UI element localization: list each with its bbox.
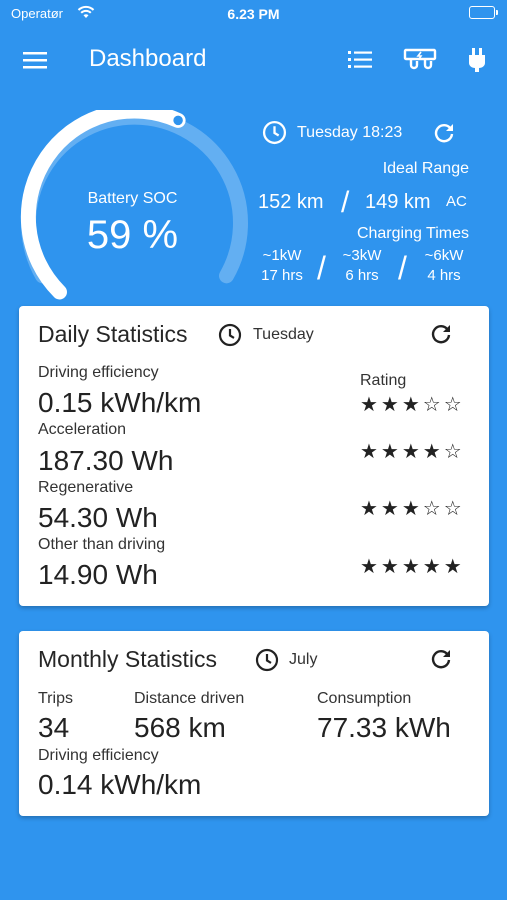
range-values: 152 km / 149 km AC — [258, 186, 473, 220]
charging-power: ~3kW — [342, 247, 382, 264]
efficiency-value: 0.14 kWh/km — [38, 769, 202, 800]
plug-icon[interactable] — [463, 46, 491, 74]
charging-power: ~6kW — [424, 247, 464, 264]
monthly-statistics-title: Monthly Statistics — [38, 646, 217, 672]
charging-option: ~6kW 4 hrs — [417, 246, 471, 286]
consumption-label: Consumption — [317, 690, 412, 707]
charging-option: ~3kW 6 hrs — [337, 246, 387, 286]
app-bar: Dashboard — [0, 28, 507, 92]
range-value-1: 152 km — [258, 191, 324, 213]
range-divider: / — [341, 186, 350, 219]
charging-option: ~1kW 17 hrs — [255, 246, 309, 286]
charging-times-label: Charging Times — [356, 225, 469, 242]
charging-duration: 4 hrs — [427, 267, 461, 284]
stat-label: Acceleration — [38, 421, 127, 438]
charging-duration: 6 hrs — [345, 267, 379, 284]
ideal-range-label: Ideal Range — [382, 160, 469, 177]
page-title: Dashboard — [89, 45, 207, 72]
range-unit: AC — [446, 193, 467, 210]
charging-divider: / — [317, 250, 326, 286]
charger-icon[interactable] — [403, 46, 437, 74]
list-icon[interactable] — [345, 46, 375, 74]
refresh-icon[interactable] — [429, 647, 453, 671]
star-rating: ★★★☆☆ — [360, 392, 465, 416]
charging-times: ~1kW 17 hrs / ~3kW 6 hrs / ~6kW 4 hrs — [255, 246, 475, 288]
battery-gauge-knob — [170, 113, 186, 128]
stat-label: Driving efficiency — [38, 364, 159, 381]
daily-statistics-card: Daily Statistics Tuesday Driving efficie… — [19, 306, 489, 606]
clock-icon — [255, 648, 279, 672]
star-rating: ★★★☆☆ — [360, 496, 465, 520]
rating-label: Rating — [360, 372, 407, 389]
menu-icon[interactable] — [22, 49, 48, 71]
clock-icon — [262, 120, 287, 145]
stat-value: 54.30 Wh — [38, 502, 158, 533]
stat-value: 0.15 kWh/km — [38, 387, 202, 418]
status-bar: Operatør 6.23 PM — [0, 0, 507, 28]
monthly-month: July — [289, 651, 318, 668]
charging-power: ~1kW — [262, 247, 302, 264]
battery-soc-label: Battery SOC — [87, 190, 178, 207]
distance-label: Distance driven — [134, 690, 245, 707]
consumption-value: 77.33 kWh — [317, 712, 451, 743]
star-rating: ★★★★★ — [360, 554, 465, 578]
daily-day: Tuesday — [253, 326, 314, 343]
star-rating: ★★★★☆ — [360, 439, 465, 463]
daily-statistics-title: Daily Statistics — [38, 321, 188, 347]
efficiency-label: Driving efficiency — [38, 747, 159, 764]
charging-duration: 17 hrs — [261, 267, 303, 284]
battery-icon — [469, 6, 498, 19]
range-value-2: 149 km — [365, 191, 431, 213]
refresh-icon[interactable] — [429, 322, 453, 346]
monthly-statistics-card: Monthly Statistics July Trips 34 Distanc… — [19, 631, 489, 816]
header-day-time: Tuesday 18:23 — [297, 124, 403, 141]
clock-icon — [218, 323, 242, 347]
refresh-icon[interactable] — [432, 121, 456, 145]
trips-value: 34 — [38, 712, 70, 743]
charging-divider: / — [398, 250, 407, 286]
battery-soc-value: 59 % — [86, 213, 179, 257]
stat-value: 14.90 Wh — [38, 559, 158, 590]
status-time: 6.23 PM — [227, 6, 280, 22]
distance-value: 568 km — [134, 712, 226, 743]
stat-label: Regenerative — [38, 479, 134, 496]
stat-value: 187.30 Wh — [38, 445, 174, 476]
trips-label: Trips — [38, 690, 73, 707]
stat-label: Other than driving — [38, 536, 166, 553]
